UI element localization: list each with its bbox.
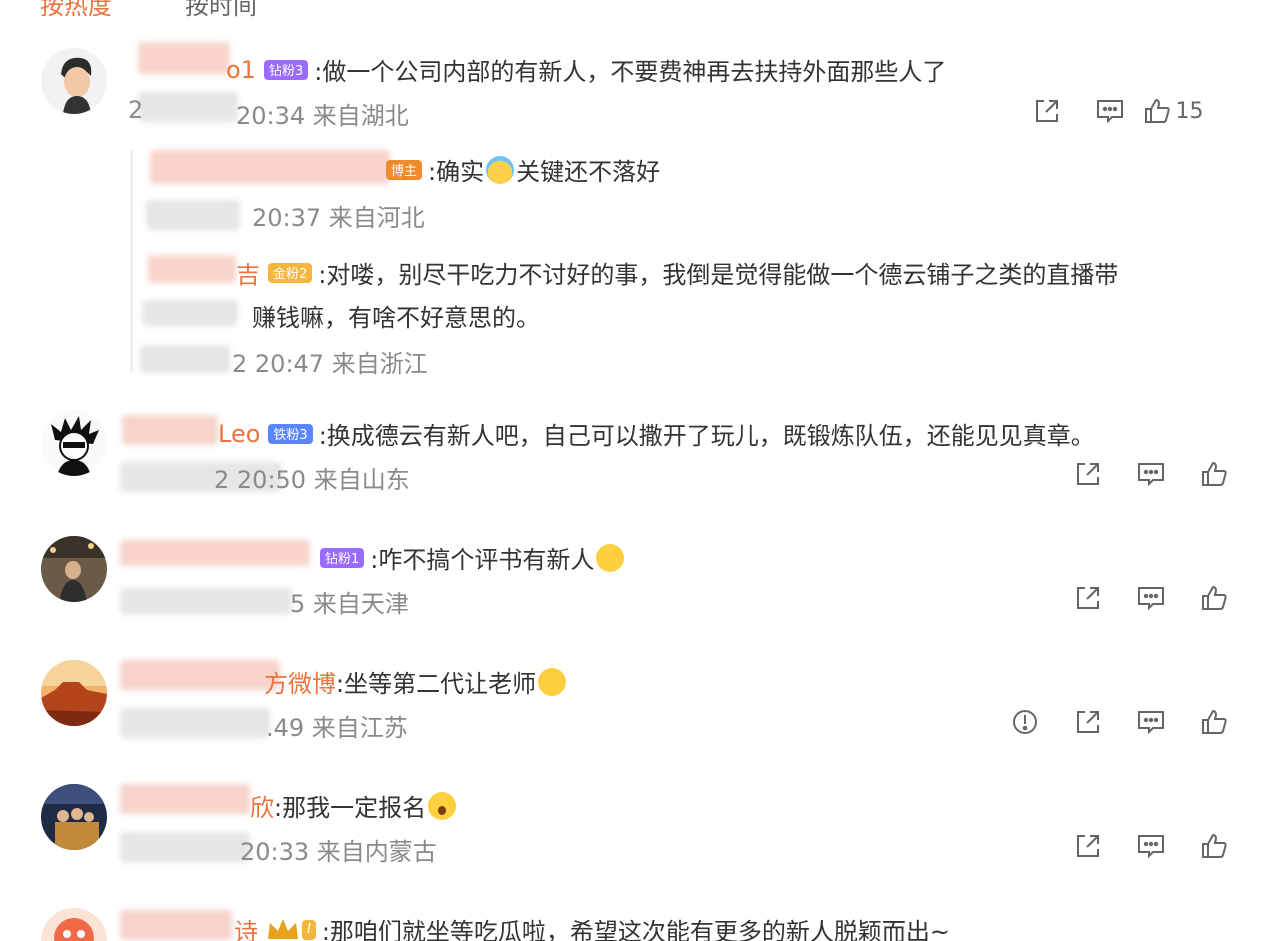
avatar-image: [41, 410, 107, 476]
blurred-date: [120, 588, 292, 614]
username[interactable]: 吉: [236, 255, 260, 290]
comment-icon[interactable]: [1078, 95, 1141, 127]
avatar[interactable]: [41, 48, 107, 114]
username[interactable]: 诗: [234, 912, 258, 941]
author-badge: 博主: [386, 159, 423, 180]
comment-actions: [1056, 830, 1245, 862]
comment-text: :做一个公司内部的有新人，不要费神再去扶持外面那些人了: [314, 58, 947, 86]
comment-icon[interactable]: [1119, 458, 1182, 490]
fan-badge: 钻粉1: [320, 547, 365, 568]
avatar-image: [41, 784, 107, 850]
comment-date-prefix: 2: [128, 96, 144, 124]
avatar[interactable]: [41, 536, 107, 602]
avatar[interactable]: [41, 784, 107, 850]
blurred-username: [120, 660, 280, 690]
comment-meta: 20:34 来自湖北: [236, 102, 409, 130]
comment-text: :咋不搞个评书有新人: [370, 546, 595, 574]
blurred-username: [120, 910, 232, 940]
fan-badge: 金粉2: [268, 262, 313, 283]
avatar-image: [41, 660, 107, 726]
comment-meta: 20:37 来自河北: [252, 204, 425, 232]
comment-actions: [993, 706, 1245, 738]
like-icon[interactable]: [1182, 582, 1245, 614]
comment-meta: 2 20:50 来自山东: [214, 466, 410, 494]
blurred-date: [120, 832, 250, 862]
comment-actions: [1056, 458, 1245, 490]
comment-meta: .49 来自江苏: [266, 714, 408, 742]
comment-line: 诗 I :那咱们就坐等吃瓜啦，希望这次能有更多的新人脱颖而出~: [234, 912, 950, 941]
share-icon[interactable]: [1056, 582, 1119, 614]
share-icon[interactable]: [1056, 706, 1119, 738]
comment-line: 方微博 :坐等第二代让老师: [264, 664, 568, 699]
comment-line: 博主 :确实 关键还不落好: [386, 152, 660, 187]
comment-text: :那咱们就坐等吃瓜啦，希望这次能有更多的新人脱颖而出~: [321, 918, 951, 941]
username[interactable]: 方微博: [264, 664, 336, 699]
username[interactable]: o1: [226, 56, 256, 84]
comment-line: 吉 金粉2 :对喽，别尽干吃力不讨好的事，我倒是觉得能做一个德云铺子之类的直播带: [236, 255, 1118, 290]
like-icon[interactable]: [1182, 830, 1245, 862]
surprised-emoji-icon: [428, 791, 457, 820]
level-badge: I: [302, 919, 316, 940]
like-icon[interactable]: [1182, 458, 1245, 490]
comment-icon[interactable]: [1119, 706, 1182, 738]
fan-badge: 铁粉3: [268, 423, 313, 444]
comment-line: 钻粉1 :咋不搞个评书有新人: [312, 540, 626, 575]
share-icon[interactable]: [1056, 830, 1119, 862]
avatar-image: [41, 48, 107, 114]
comment-text: :那我一定报名: [274, 794, 427, 822]
reply-thread-bar: [130, 150, 133, 372]
like-count: 15: [1175, 98, 1204, 124]
comment-line: 欣 :那我一定报名: [250, 788, 458, 823]
comment-text: :对喽，别尽干吃力不讨好的事，我倒是觉得能做一个德云铺子之类的直播带: [318, 261, 1119, 289]
comment-icon[interactable]: [1119, 582, 1182, 614]
fan-badge: 钻粉3: [263, 59, 309, 80]
comment-text-2: 关键还不落好: [516, 158, 661, 186]
comment-line: o1 钻粉3 :做一个公司内部的有新人，不要费神再去扶持外面那些人了: [226, 52, 946, 87]
avatar-image: [41, 536, 107, 602]
username[interactable]: Leo: [218, 420, 260, 448]
comment-meta: 20:33 来自内蒙古: [240, 838, 437, 866]
thinking-emoji-icon: [538, 667, 567, 696]
comment-line: Leo 铁粉3 :换成德云有新人吧，自己可以撒开了玩儿，既锻炼队伍，还能见见真章…: [218, 416, 1095, 451]
thinking-emoji-icon: [596, 543, 625, 572]
comment-text: :坐等第二代让老师: [336, 670, 537, 698]
username[interactable]: 欣: [250, 788, 274, 823]
blurred-date: [146, 200, 240, 230]
comment-text: :换成德云有新人吧，自己可以撒开了玩儿，既锻炼队伍，还能见见真章。: [318, 422, 1095, 450]
comment-text-line2: 赚钱嘛，有啥不好意思的。: [252, 304, 540, 332]
blurred-username: [150, 150, 390, 184]
comment-icon[interactable]: [1119, 830, 1182, 862]
blurred-date: [138, 92, 238, 122]
blurred-username: [120, 784, 250, 814]
comment-meta: 2 20:47 来自浙江: [232, 350, 428, 378]
blurred-username: [120, 540, 310, 566]
blurred-username: [122, 415, 218, 445]
avatar[interactable]: [41, 410, 107, 476]
comment-meta: 5 来自天津: [290, 590, 409, 618]
like-icon[interactable]: [1182, 706, 1245, 738]
blurred-username: [138, 42, 230, 74]
share-icon[interactable]: [1015, 95, 1078, 127]
emoji-icon: [486, 155, 515, 184]
like-icon[interactable]: 15: [1141, 95, 1204, 127]
tab-hot[interactable]: 按热度: [40, 0, 112, 21]
crown-icon: [266, 917, 300, 941]
avatar[interactable]: [41, 908, 107, 941]
avatar-image: [41, 908, 107, 941]
blurred-username-2: [142, 300, 238, 326]
blurred-date: [140, 345, 230, 373]
avatar[interactable]: [41, 660, 107, 726]
blurred-date: [120, 708, 270, 738]
comment-actions: [1056, 582, 1245, 614]
comment-actions: 15: [1015, 95, 1204, 127]
tab-time[interactable]: 按时间: [185, 0, 257, 21]
blurred-username: [148, 255, 236, 283]
report-icon[interactable]: [993, 706, 1056, 738]
share-icon[interactable]: [1056, 458, 1119, 490]
comment-text: :确实: [428, 158, 485, 186]
